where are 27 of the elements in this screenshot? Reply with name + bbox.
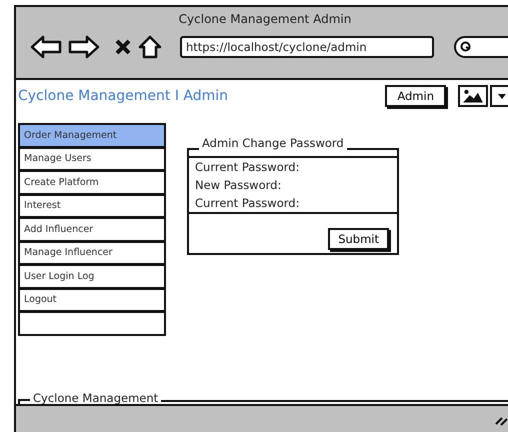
sidebar-item[interactable]: Add Influencer	[18, 217, 166, 242]
sidebar-item[interactable]: Interest	[18, 194, 166, 218]
sidebar-item[interactable]: Create Platform	[18, 170, 166, 194]
sidebar-item[interactable]: Order Management	[18, 123, 166, 148]
admin-button[interactable]: Admin	[385, 85, 446, 107]
search-icon	[460, 41, 472, 53]
window-title: Cyclone Management Admin	[178, 11, 352, 28]
search-field[interactable]	[454, 36, 508, 58]
sidebar-item[interactable]: Manage Users	[18, 146, 166, 171]
image-icon[interactable]	[458, 85, 488, 107]
caret-icon	[498, 94, 506, 98]
close-icon[interactable]	[114, 38, 132, 56]
field-label: Current Password:	[195, 196, 300, 210]
submit-button[interactable]: Submit	[328, 228, 389, 250]
address-field[interactable]: https://localhost/cyclone/admin	[180, 36, 434, 58]
field-label: Current Password:	[195, 160, 300, 174]
back-arrow-icon[interactable]	[30, 35, 62, 59]
dropdown-button[interactable]	[490, 85, 508, 107]
field-label: New Password:	[195, 178, 282, 192]
panel-title: Admin Change Password	[201, 136, 345, 150]
sidebar-item[interactable]: Manage Influencer	[18, 240, 166, 265]
app-title: Cyclone Management I Admin	[17, 88, 228, 104]
sidebar-item[interactable]: Logout	[18, 288, 166, 312]
forward-arrow-icon[interactable]	[68, 35, 100, 59]
sidebar-item[interactable]: User Login Log	[18, 264, 166, 288]
home-icon[interactable]	[138, 35, 162, 59]
footer-title: Cyclone Management	[32, 391, 160, 405]
